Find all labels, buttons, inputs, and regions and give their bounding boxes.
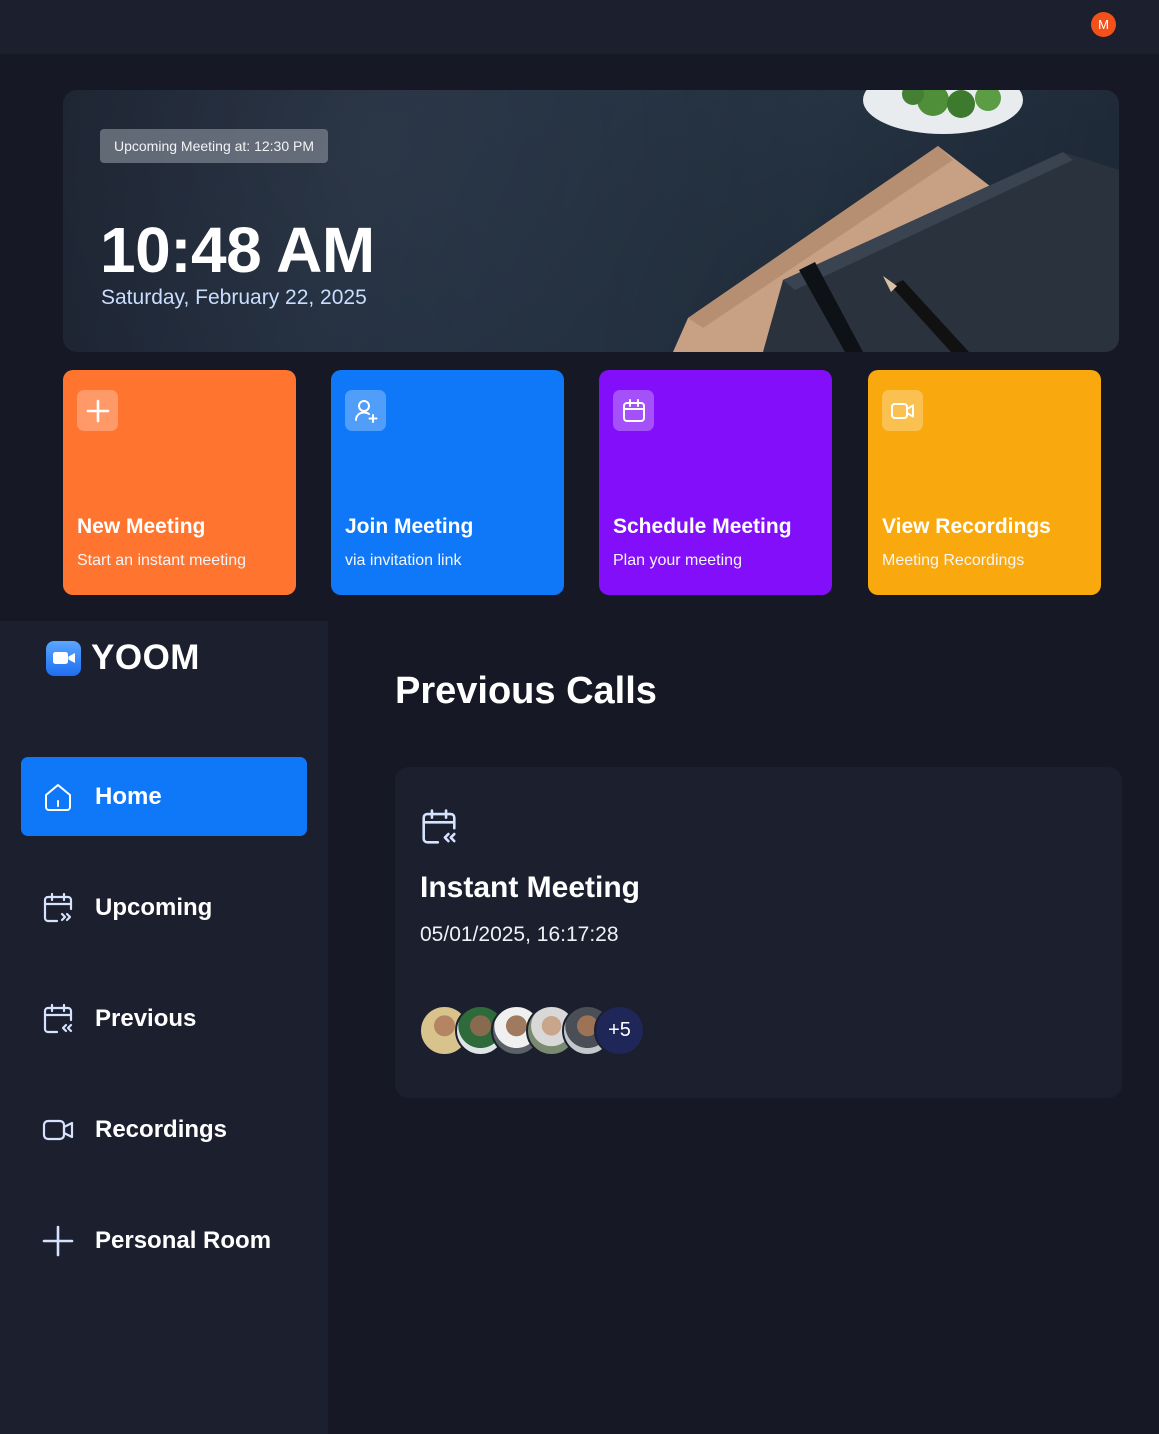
call-datetime: 05/01/2025, 16:17:28: [420, 923, 619, 946]
extra-attendees-count: +5: [594, 1005, 645, 1056]
call-card[interactable]: Instant Meeting 05/01/2025, 16:17:28 +5: [395, 767, 1122, 1098]
card-title: Schedule Meeting: [613, 515, 792, 538]
view-recordings-card[interactable]: View Recordings Meeting Recordings: [868, 370, 1101, 595]
calendar-previous-icon: [40, 1001, 76, 1037]
join-meeting-card[interactable]: Join Meeting via invitation link: [331, 370, 564, 595]
upcoming-meeting-badge: Upcoming Meeting at: 12:30 PM: [100, 129, 328, 163]
card-subtitle: via invitation link: [345, 552, 462, 569]
card-subtitle: Meeting Recordings: [882, 552, 1025, 569]
user-add-icon: [345, 390, 386, 431]
sidebar: YOOM Home Upcoming Previous Recordings P…: [0, 621, 328, 1434]
call-title: Instant Meeting: [420, 871, 641, 904]
brand-name: YOOM: [91, 638, 200, 677]
card-title: View Recordings: [882, 515, 1051, 538]
sidebar-item-recordings[interactable]: Recordings: [21, 1090, 307, 1169]
plus-icon: [40, 1223, 76, 1259]
card-subtitle: Plan your meeting: [613, 552, 742, 569]
sidebar-item-previous[interactable]: Previous: [21, 979, 307, 1058]
sidebar-item-upcoming[interactable]: Upcoming: [21, 868, 307, 947]
current-time: 10:48 AM: [100, 214, 375, 286]
user-avatar[interactable]: M: [1091, 12, 1116, 37]
video-icon: [40, 1112, 76, 1148]
new-meeting-card[interactable]: New Meeting Start an instant meeting: [63, 370, 296, 595]
top-navbar: M: [0, 0, 1159, 54]
sidebar-item-label: Recordings: [95, 1115, 228, 1143]
video-camera-logo-icon: [46, 640, 81, 676]
card-title: New Meeting: [77, 515, 206, 538]
sidebar-item-label: Previous: [95, 1004, 197, 1032]
card-subtitle: Start an instant meeting: [77, 552, 246, 569]
sidebar-item-home[interactable]: Home: [21, 757, 307, 836]
current-date: Saturday, February 22, 2025: [101, 286, 367, 309]
card-title: Join Meeting: [345, 515, 474, 538]
video-icon: [882, 390, 923, 431]
sidebar-item-personal-room[interactable]: Personal Room: [21, 1201, 307, 1280]
plus-icon: [77, 390, 118, 431]
page-title: Previous Calls: [395, 670, 657, 712]
schedule-meeting-card[interactable]: Schedule Meeting Plan your meeting: [599, 370, 832, 595]
sidebar-item-label: Home: [95, 782, 162, 810]
calendar-previous-icon: [419, 807, 459, 852]
hero-banner: Upcoming Meeting at: 12:30 PM 10:48 AM S…: [63, 90, 1119, 352]
sidebar-item-label: Personal Room: [95, 1226, 272, 1254]
calendar-upcoming-icon: [40, 890, 76, 926]
brand-logo[interactable]: YOOM: [46, 638, 200, 678]
home-icon: [40, 779, 76, 815]
calendar-icon: [613, 390, 654, 431]
sidebar-item-label: Upcoming: [95, 893, 213, 921]
